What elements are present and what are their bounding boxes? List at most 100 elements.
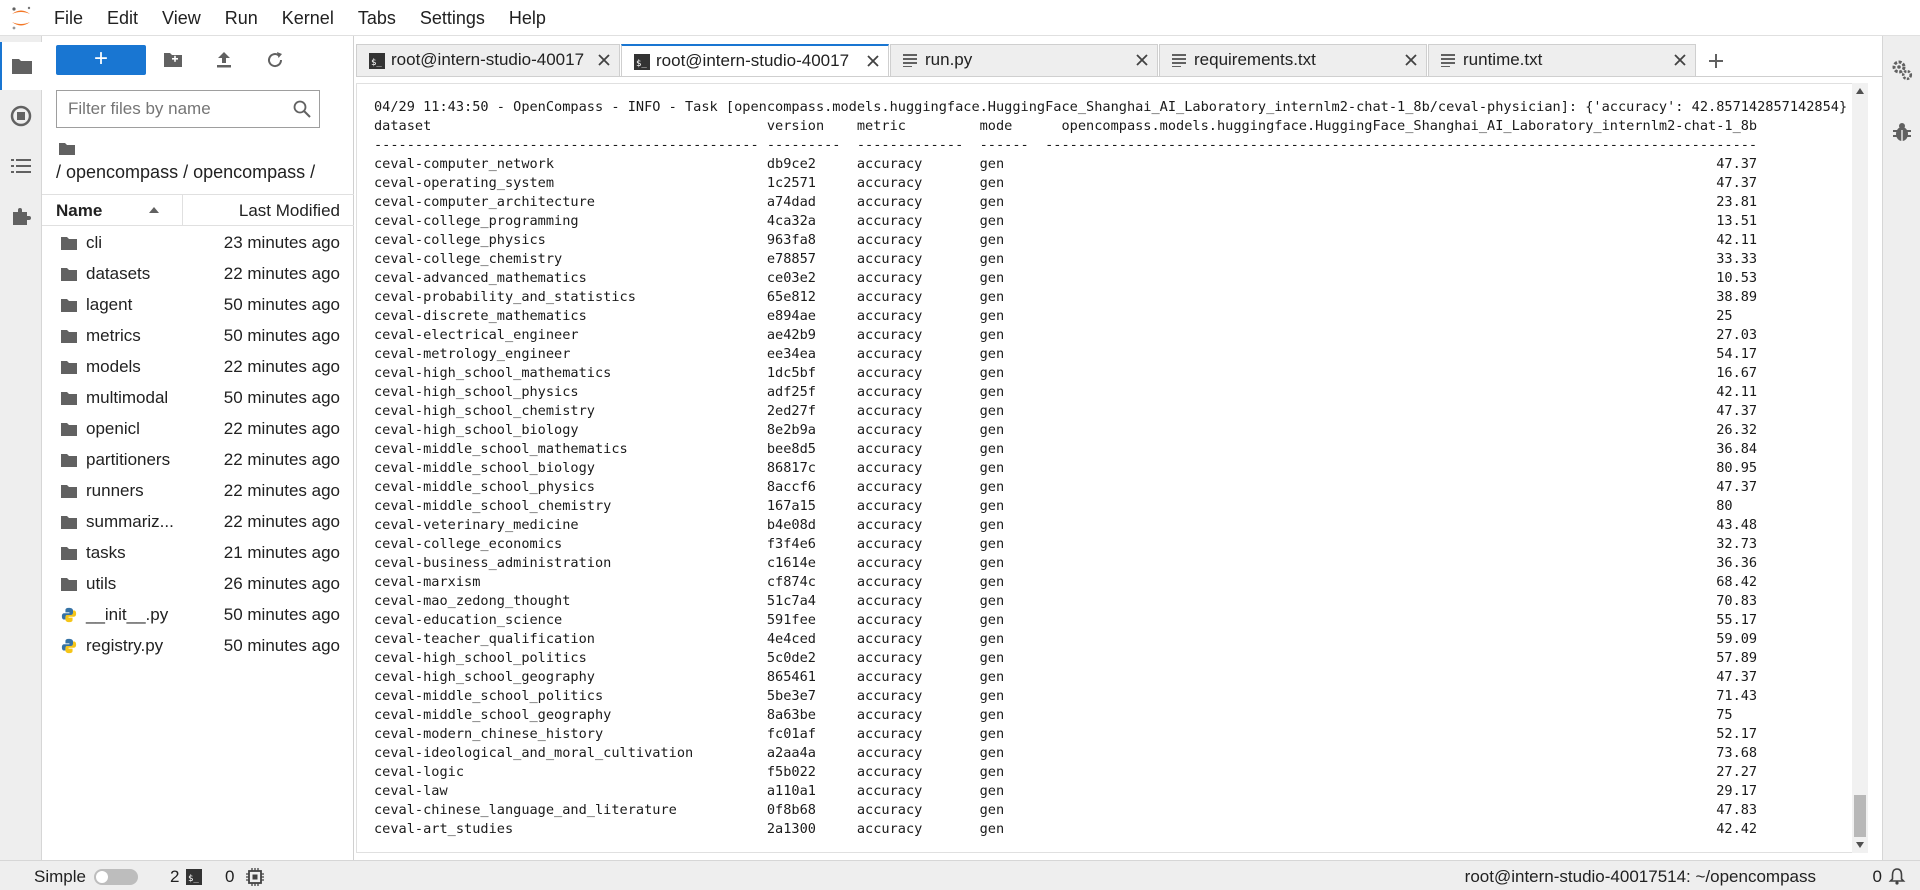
extension-manager-tab[interactable]: [0, 192, 42, 240]
terminal-table-row: ceval-high_school_chemistry 2ed27f accur…: [374, 403, 1758, 419]
home-folder-icon[interactable]: [58, 142, 76, 156]
file-row-lagent[interactable]: lagent 50 minutes ago: [42, 290, 354, 321]
text-file-icon: [1172, 54, 1186, 67]
tab-terminal-1[interactable]: $_ root@intern-studio-40017: [356, 44, 620, 76]
terminal-table-row: ceval-logic f5b022 accuracy gen 27.27: [374, 764, 1758, 780]
folder-icon: [61, 330, 77, 343]
menu-run[interactable]: Run: [213, 0, 270, 36]
tab-run-py[interactable]: run.py: [890, 44, 1158, 76]
terminal-table-row: ceval-discrete_mathematics e894ae accura…: [374, 308, 1758, 324]
file-modified: 50 minutes ago: [223, 295, 340, 314]
menu-edit[interactable]: Edit: [95, 0, 150, 36]
name-column-header[interactable]: Name: [56, 201, 102, 221]
tab-requirements-txt[interactable]: requirements.txt: [1159, 44, 1427, 76]
terminal-icon[interactable]: $_: [186, 869, 202, 885]
terminal-table-row: ceval-college_economics f3f4e6 accuracy …: [374, 536, 1758, 552]
file-name: multimodal: [86, 388, 169, 407]
puzzle-icon: [13, 208, 31, 225]
terminal-icon: $_: [369, 53, 385, 69]
file-row-runners[interactable]: runners 22 minutes ago: [42, 476, 354, 507]
close-icon[interactable]: [1404, 53, 1418, 67]
terminal-table-row: ceval-electrical_engineer ae42b9 accurac…: [374, 327, 1758, 343]
debugger-tab[interactable]: [1883, 112, 1920, 152]
running-sessions-tab[interactable]: [0, 92, 42, 140]
terminal-table-row: ceval-law a110a1 accuracy gen 29.17: [374, 783, 1758, 799]
text-file-icon: [903, 54, 917, 67]
terminal-scrollbar[interactable]: [1852, 83, 1868, 853]
terminal-table-row: ceval-high_school_geography 865461 accur…: [374, 669, 1758, 685]
menu-bar: File Edit View Run Kernel Tabs Settings …: [0, 0, 1920, 36]
column-divider[interactable]: [182, 195, 183, 225]
menu-file[interactable]: File: [42, 0, 95, 36]
menu-tabs[interactable]: Tabs: [346, 0, 408, 36]
file-row-models[interactable]: models 22 minutes ago: [42, 352, 354, 383]
file-row-openicl[interactable]: openicl 22 minutes ago: [42, 414, 354, 445]
terminal-table-row: ceval-teacher_qualification 4e4ced accur…: [374, 631, 1758, 647]
file-modified: 50 minutes ago: [223, 636, 340, 655]
close-icon[interactable]: [866, 54, 880, 68]
file-name: lagent: [86, 295, 133, 314]
simple-mode-label: Simple: [34, 867, 86, 886]
new-folder-button[interactable]: [158, 45, 188, 75]
file-browser-tab[interactable]: [0, 42, 42, 90]
scroll-down-arrow-icon[interactable]: [1855, 841, 1865, 849]
file-modified: 50 minutes ago: [223, 388, 340, 407]
file-row-init-py[interactable]: __init__.py 50 minutes ago: [42, 600, 354, 631]
python-file-icon: [61, 638, 77, 654]
refresh-button[interactable]: [260, 45, 290, 75]
tab-label: root@intern-studio-40017: [391, 50, 585, 69]
terminal-table-row: ceval-modern_chinese_history fc01af accu…: [374, 726, 1758, 742]
last-modified-column-header[interactable]: Last Modified: [239, 201, 340, 221]
tab-bar-border: [356, 76, 1882, 77]
tab-label: run.py: [925, 50, 973, 69]
menu-settings[interactable]: Settings: [408, 0, 497, 36]
bell-icon[interactable]: [1888, 867, 1906, 885]
file-name: utils: [86, 574, 117, 593]
terminal-table-row: ceval-middle_school_politics 5be3e7 accu…: [374, 688, 1758, 704]
close-icon[interactable]: [1673, 53, 1687, 67]
file-row-utils[interactable]: utils 26 minutes ago: [42, 569, 354, 600]
terminal-table-row: ceval-computer_architecture a74dad accur…: [374, 194, 1758, 210]
terminal-table-row: ceval-middle_school_chemistry 167a15 acc…: [374, 498, 1758, 514]
tab-terminal-2[interactable]: $_ root@intern-studio-40017: [621, 44, 889, 77]
terminal-table-row: ceval-mao_zedong_thought 51c7a4 accuracy…: [374, 593, 1758, 609]
file-modified: 26 minutes ago: [223, 574, 340, 593]
filter-files-input[interactable]: [57, 91, 287, 127]
close-icon[interactable]: [597, 53, 611, 67]
file-row-cli[interactable]: cli 23 minutes ago: [42, 228, 354, 259]
file-row-tasks[interactable]: tasks 21 minutes ago: [42, 538, 354, 569]
main-area: $_ root@intern-studio-40017 $_ root@inte…: [356, 36, 1882, 860]
file-modified: 22 minutes ago: [223, 419, 340, 438]
kernels-count[interactable]: 0: [225, 867, 234, 887]
terminals-count[interactable]: 2: [170, 867, 179, 887]
terminal-table-header: dataset version metric mode opencompass.…: [374, 118, 1758, 134]
file-modified: 50 minutes ago: [223, 605, 340, 624]
upload-button[interactable]: [209, 45, 239, 75]
kernel-chip-icon[interactable]: [246, 868, 264, 886]
menu-help[interactable]: Help: [497, 0, 558, 36]
tab-runtime-txt[interactable]: runtime.txt: [1428, 44, 1696, 76]
scrollbar-thumb[interactable]: [1854, 795, 1866, 837]
property-inspector-tab[interactable]: [1883, 50, 1920, 90]
new-folder-icon: [164, 53, 182, 67]
close-icon[interactable]: [1135, 53, 1149, 67]
file-row-partitioners[interactable]: partitioners 22 minutes ago: [42, 445, 354, 476]
file-row-multimodal[interactable]: multimodal 50 minutes ago: [42, 383, 354, 414]
jupyter-logo[interactable]: [0, 0, 42, 36]
file-name: models: [86, 357, 141, 376]
table-of-contents-tab[interactable]: [0, 142, 42, 190]
breadcrumb[interactable]: / opencompass / opencompass /: [56, 162, 315, 183]
new-launcher-button[interactable]: +: [56, 45, 146, 75]
file-row-datasets[interactable]: datasets 22 minutes ago: [42, 259, 354, 290]
menu-kernel[interactable]: Kernel: [270, 0, 346, 36]
notifications-count: 0: [1872, 867, 1882, 886]
file-row-registry-py[interactable]: registry.py 50 minutes ago: [42, 631, 354, 662]
file-row-summarizers[interactable]: summariz... 22 minutes ago: [42, 507, 354, 538]
add-tab-button[interactable]: [1701, 46, 1731, 76]
scroll-up-arrow-icon[interactable]: [1855, 87, 1865, 95]
simple-mode-toggle[interactable]: [94, 869, 138, 885]
menu-view[interactable]: View: [150, 0, 213, 36]
terminal-panel[interactable]: 04/29 11:43:50 - OpenCompass - INFO - Ta…: [356, 83, 1868, 853]
file-row-metrics[interactable]: metrics 50 minutes ago: [42, 321, 354, 352]
terminal-log-line: 04/29 11:43:50 - OpenCompass - INFO - Ta…: [374, 99, 1848, 115]
